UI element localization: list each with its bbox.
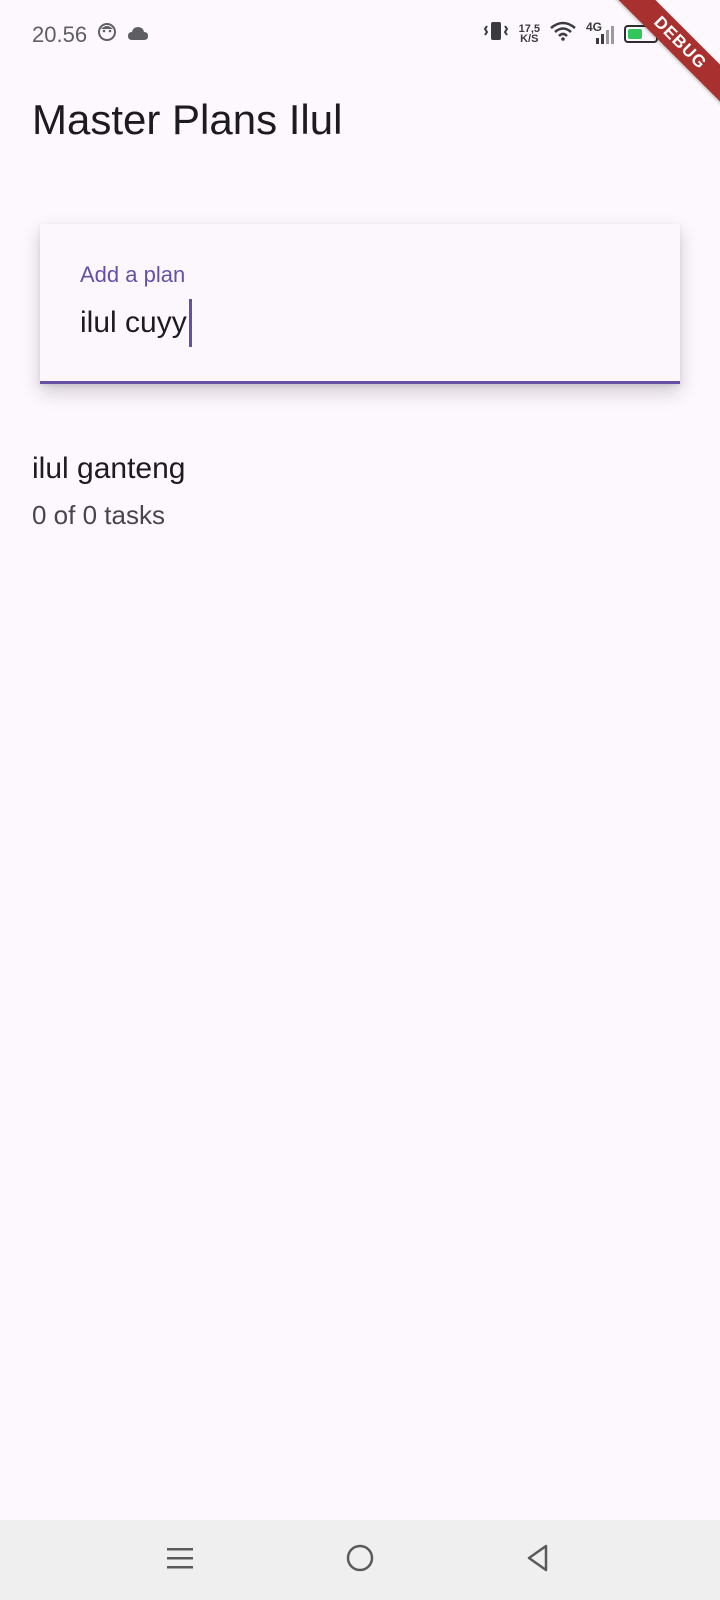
menu-icon bbox=[166, 1544, 194, 1577]
add-plan-field[interactable]: Add a plan ilul cuyy bbox=[40, 224, 680, 384]
home-icon bbox=[345, 1543, 375, 1578]
face-icon bbox=[97, 22, 117, 48]
text-cursor bbox=[188, 299, 192, 347]
plan-list-item[interactable]: ilul ganteng 0 of 0 tasks bbox=[32, 452, 688, 531]
wifi-icon bbox=[550, 21, 576, 46]
battery-fill bbox=[628, 28, 642, 39]
add-plan-input[interactable]: ilul cuyy bbox=[80, 299, 192, 347]
add-plan-input-value: ilul cuyy bbox=[80, 306, 187, 339]
plan-title: ilul ganteng bbox=[32, 452, 186, 485]
home-button[interactable] bbox=[340, 1540, 380, 1580]
back-button[interactable] bbox=[518, 1540, 558, 1580]
status-left: 20.56 bbox=[32, 22, 149, 48]
net-speed-value: 17,5 bbox=[518, 22, 540, 35]
add-plan-label: Add a plan bbox=[80, 262, 186, 287]
status-bar: 20.56 17,5 K/S 4G bbox=[0, 0, 720, 72]
vibrate-icon bbox=[483, 20, 509, 47]
status-time: 20.56 bbox=[32, 22, 88, 47]
plan-progress: 0 of 0 tasks bbox=[32, 500, 165, 530]
field-underline bbox=[40, 381, 680, 384]
net-speed-unit: K/S bbox=[520, 32, 539, 45]
back-icon bbox=[524, 1543, 552, 1578]
signal-icon: 4G bbox=[586, 20, 614, 46]
menu-button[interactable] bbox=[160, 1540, 200, 1580]
navigation-bar bbox=[0, 1520, 720, 1600]
page-title: Master Plans Ilul bbox=[32, 96, 343, 143]
net-speed: 17,5 K/S bbox=[518, 22, 540, 45]
cloud-icon bbox=[127, 22, 149, 48]
